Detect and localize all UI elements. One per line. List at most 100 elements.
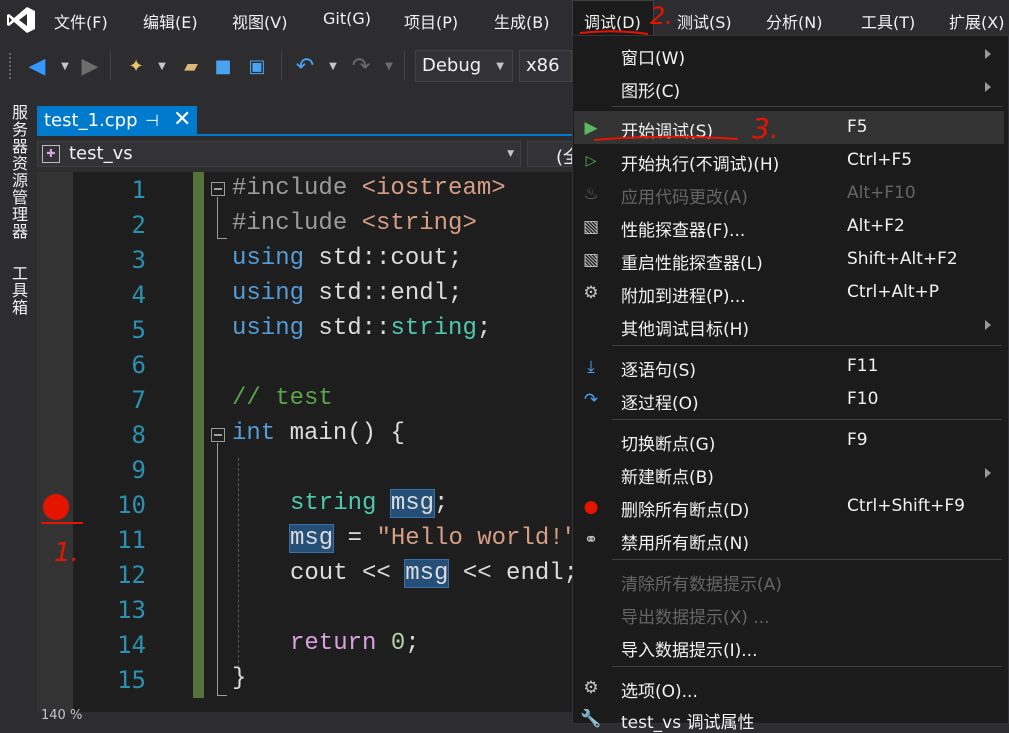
menu-item-options[interactable]: 选项(O)... xyxy=(621,677,698,702)
code-line: return 0; xyxy=(290,630,420,657)
collapse-icon[interactable] xyxy=(211,182,225,196)
menu-item-import-datatips[interactable]: 导入数据提示(I)... xyxy=(621,636,758,661)
project-scope-select[interactable]: ✚ test_vs ▼ xyxy=(37,141,521,167)
annotation-3: 3. xyxy=(752,112,779,145)
menu-item-attach-to-process[interactable]: 附加到进程(P)... xyxy=(621,282,746,307)
shortcut-text: F9 xyxy=(847,430,868,450)
solution-config-select[interactable]: Debug ▼ xyxy=(415,50,513,82)
menu-item-windows[interactable]: 窗口(W) xyxy=(621,44,685,69)
line-number: 3 xyxy=(131,246,146,274)
menu-item-performance-profiler[interactable]: 性能探查器(F)... xyxy=(621,216,745,241)
line-number: 5 xyxy=(131,316,146,344)
shortcut-text: Alt+F2 xyxy=(847,216,905,236)
undo-icon[interactable]: ↶ xyxy=(294,56,316,78)
back-dropdown-icon[interactable]: ▼ xyxy=(54,56,76,78)
annotation-1: 1. xyxy=(54,538,79,568)
menu-item-relaunch-profiler[interactable]: 重启性能探查器(L) xyxy=(621,249,763,274)
annotation-2: 2. xyxy=(650,2,673,30)
menu-item-other-debug-targets[interactable]: 其他调试目标(H) xyxy=(621,315,749,340)
tab-title: test_1.cpp xyxy=(44,110,138,131)
zoom-level[interactable]: 140 % xyxy=(41,708,82,723)
menu-item-toggle-breakpoint[interactable]: 切换断点(G) xyxy=(621,430,715,455)
toolbar-separator xyxy=(404,50,405,80)
hot-reload-flame-icon: ♨ xyxy=(583,184,599,204)
line-number: 13 xyxy=(117,596,146,624)
menu-edit[interactable]: 编辑(E) xyxy=(143,9,198,33)
open-folder-icon[interactable]: ▰ xyxy=(180,56,202,78)
breakpoint-icon[interactable] xyxy=(43,494,69,520)
back-icon[interactable]: ◀ xyxy=(26,56,48,78)
code-line: cout << msg << endl; xyxy=(290,559,579,588)
pin-icon[interactable]: ⊣ xyxy=(145,111,159,130)
collapse-icon[interactable] xyxy=(211,428,225,442)
menu-item-apply-code-changes: 应用代码更改(A) xyxy=(621,188,748,208)
chevron-down-icon: ▼ xyxy=(496,61,504,72)
shortcut-text: F10 xyxy=(847,389,879,409)
submenu-arrow-icon xyxy=(985,320,991,330)
menu-tools[interactable]: 工具(T) xyxy=(861,9,915,33)
save-all-icon[interactable]: ▣ xyxy=(246,56,268,78)
navigation-bar: ✚ test_vs ▼ (全 xyxy=(37,138,581,170)
menu-separator xyxy=(612,559,1002,560)
new-project-icon[interactable]: ✦ xyxy=(125,56,147,78)
menu-item-start-without-debugging[interactable]: 开始执行(不调试)(H) xyxy=(621,150,779,175)
restart-profiler-icon: ▧ xyxy=(582,250,600,270)
disable-breakpoints-icon: ⚭ xyxy=(583,530,599,550)
step-over-icon: ↷ xyxy=(583,390,599,410)
code-line: using std::string; xyxy=(232,315,492,342)
menu-file[interactable]: 文件(F) xyxy=(54,9,108,33)
menu-item-delete-all-breakpoints[interactable]: 删除所有断点(D) xyxy=(621,496,749,521)
code-comment: // test xyxy=(232,385,333,412)
shortcut-text: Ctrl+Alt+P xyxy=(847,282,940,302)
menu-extensions[interactable]: 扩展(X) xyxy=(949,9,1004,33)
submenu-arrow-icon xyxy=(985,468,991,478)
menu-item-step-over[interactable]: 逐过程(O) xyxy=(621,389,699,414)
redo-dropdown-icon[interactable]: ▼ xyxy=(378,56,400,78)
line-number: 4 xyxy=(131,281,146,309)
indent-guide xyxy=(238,458,239,668)
step-into-icon: ⤓ xyxy=(587,357,595,377)
close-icon[interactable]: ✕ xyxy=(173,107,191,132)
menu-item-disable-all-breakpoints[interactable]: 禁用所有断点(N) xyxy=(621,529,749,554)
server-explorer-tab[interactable]: 服务器资源管理器 xyxy=(6,104,30,240)
toolbar-separator xyxy=(281,50,282,80)
undo-dropdown-icon[interactable]: ▼ xyxy=(322,56,344,78)
document-tab[interactable]: test_1.cpp ⊣ ✕ xyxy=(37,106,197,136)
platform-select[interactable]: x86 xyxy=(519,50,572,82)
line-number: 7 xyxy=(131,386,146,414)
menu-analyze[interactable]: 分析(N) xyxy=(766,9,822,33)
menu-test[interactable]: 测试(S) xyxy=(677,9,732,33)
wrench-icon: 🔧 xyxy=(580,709,602,729)
menu-project[interactable]: 项目(P) xyxy=(404,9,458,33)
menu-item-export-datatips: 导出数据提示(X) ... xyxy=(621,608,770,628)
menu-item-step-into[interactable]: 逐语句(S) xyxy=(621,356,696,381)
redo-icon[interactable]: ↷ xyxy=(350,56,372,78)
line-number: 9 xyxy=(131,456,146,484)
fold-guide-end xyxy=(217,238,227,239)
shortcut-text: Ctrl+F5 xyxy=(847,150,913,170)
menu-item-graphics[interactable]: 图形(C) xyxy=(621,77,680,102)
solution-config-value: Debug xyxy=(422,55,482,76)
menu-item-new-breakpoint[interactable]: 新建断点(B) xyxy=(621,463,714,488)
menu-build[interactable]: 生成(B) xyxy=(494,9,549,33)
glyph-margin[interactable] xyxy=(37,172,73,712)
forward-icon[interactable]: ▶ xyxy=(79,56,101,78)
menu-item-debug-properties[interactable]: test_vs 调试属性 xyxy=(621,708,754,733)
toolbox-tab[interactable]: 工具箱 xyxy=(6,265,30,316)
menu-item-clear-all-datatips: 清除所有数据提示(A) xyxy=(621,575,782,595)
save-icon[interactable]: ■ xyxy=(212,56,234,78)
toolbar-grip[interactable] xyxy=(8,52,12,80)
menu-separator xyxy=(612,345,1002,346)
line-number: 10 xyxy=(117,491,146,519)
editor-status-bar: 140 % xyxy=(37,708,577,724)
visual-studio-logo-icon[interactable] xyxy=(6,6,36,34)
shortcut-text: Ctrl+Shift+F9 xyxy=(847,496,965,516)
performance-profiler-icon: ▧ xyxy=(582,217,600,237)
line-number: 11 xyxy=(117,526,146,554)
menu-git[interactable]: Git(G) xyxy=(323,9,371,28)
submenu-arrow-icon xyxy=(985,82,991,92)
member-scope-select[interactable]: (全 xyxy=(527,141,581,168)
line-number: 6 xyxy=(131,351,146,379)
new-dropdown-icon[interactable]: ▼ xyxy=(151,56,173,78)
menu-view[interactable]: 视图(V) xyxy=(232,9,287,33)
